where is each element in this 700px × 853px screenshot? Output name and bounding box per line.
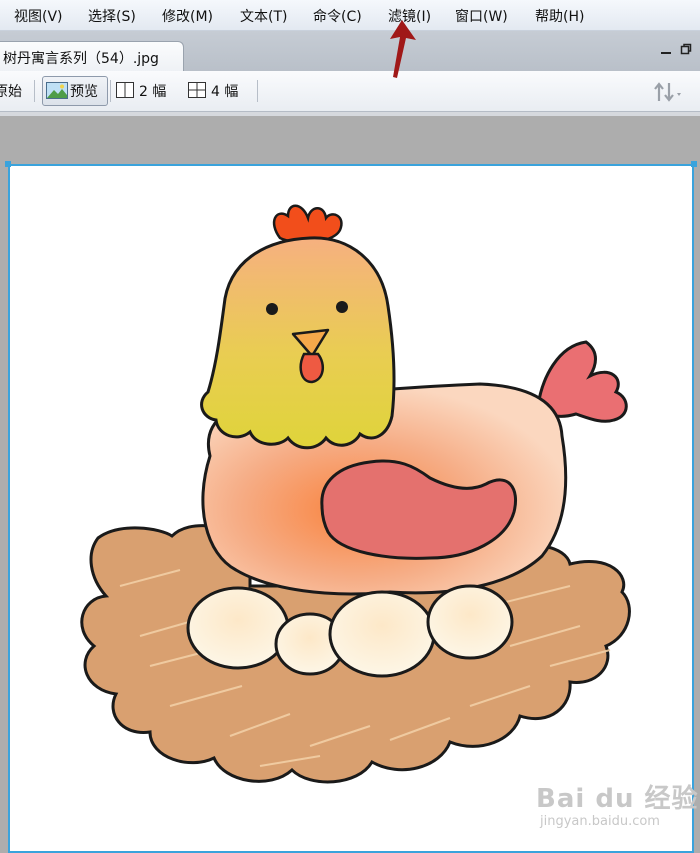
watermark-main-text: Bai du 经验 xyxy=(536,784,699,814)
preview-button[interactable]: 预览 xyxy=(42,76,108,106)
view-toolbar: 原始 预览 2 幅 4 幅 xyxy=(0,71,700,112)
document-tab-title: 树丹寓言系列（54）.jpg xyxy=(3,51,159,67)
menu-bar: 视图(V) 选择(S) 修改(M) 文本(T) 命令(C) 滤镜(I) 窗口(W… xyxy=(0,0,700,31)
document-tab-strip: 树丹寓言系列（54）.jpg xyxy=(0,31,700,72)
menu-select[interactable]: 选择(S) xyxy=(88,6,136,26)
four-up-button[interactable]: 4 幅 xyxy=(188,79,250,103)
menu-view[interactable]: 视图(V) xyxy=(14,6,63,26)
selection-handle[interactable] xyxy=(691,161,697,167)
hen-on-nest-illustration xyxy=(80,204,631,784)
menu-modify[interactable]: 修改(M) xyxy=(162,6,213,26)
hen-eye-right xyxy=(336,301,348,313)
watermark-url-text: jingyan.baidu.com xyxy=(540,814,660,829)
hen-eye-left xyxy=(266,303,278,315)
selection-handle[interactable] xyxy=(5,161,11,167)
preview-icon xyxy=(46,82,68,99)
document-tab[interactable]: 树丹寓言系列（54）.jpg xyxy=(0,41,184,72)
menu-window[interactable]: 窗口(W) xyxy=(455,6,508,26)
image-canvas[interactable] xyxy=(8,164,694,853)
two-up-label: 2 幅 xyxy=(139,84,167,100)
hen-wattle xyxy=(299,352,325,384)
egg xyxy=(328,590,436,678)
menu-help[interactable]: 帮助(H) xyxy=(535,6,584,26)
two-panel-icon xyxy=(116,82,134,98)
toolbar-divider xyxy=(257,80,258,102)
minimize-icon[interactable] xyxy=(660,43,672,55)
egg xyxy=(186,586,290,670)
menu-text[interactable]: 文本(T) xyxy=(240,6,287,26)
annotation-arrow-icon xyxy=(390,20,416,78)
toolbar-divider xyxy=(34,80,35,102)
restore-icon[interactable] xyxy=(680,43,692,55)
sort-arrows-icon[interactable] xyxy=(652,81,682,103)
four-panel-icon xyxy=(188,82,206,98)
hen-comb xyxy=(272,204,343,244)
original-view-button[interactable]: 原始 xyxy=(0,81,22,101)
preview-label: 预览 xyxy=(70,84,98,100)
egg xyxy=(426,584,514,660)
toolbar-divider xyxy=(110,80,111,102)
hen-head xyxy=(200,236,396,450)
four-up-label: 4 幅 xyxy=(211,84,239,100)
menu-commands[interactable]: 命令(C) xyxy=(313,6,362,26)
two-up-button[interactable]: 2 幅 xyxy=(116,79,178,103)
